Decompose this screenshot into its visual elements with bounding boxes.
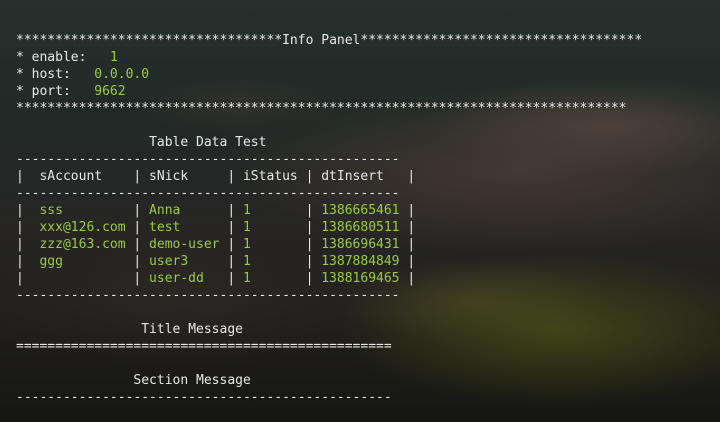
section-message-text: Section Message [133, 373, 251, 388]
table-row: | sss | Anna | 1 | 1386665461 | [16, 203, 416, 218]
cell-snick: demo-user [149, 237, 220, 252]
info-row-port: * port: 9662 [16, 84, 126, 99]
column-header-snick: sNick [149, 169, 189, 184]
cell-snick: test [149, 220, 181, 235]
cell-istatus: 1 [242, 220, 251, 235]
enable-value: 1 [109, 50, 118, 65]
host-label: host: [31, 67, 71, 82]
cell-snick: Anna [149, 203, 181, 218]
info-row-enable: * enable: 1 [16, 50, 118, 65]
table-border-top: ----------------------------------------… [16, 152, 400, 167]
cell-istatus: 1 [242, 203, 251, 218]
table-header-row: | sAccount | sNick | iStatus | dtInsert | [16, 169, 416, 184]
table-border-bottom: ----------------------------------------… [16, 288, 400, 303]
column-header-istatus: iStatus [242, 169, 298, 184]
column-header-saccount: sAccount [39, 169, 103, 184]
port-value: 9662 [94, 84, 126, 99]
title-message-text: Title Message [141, 322, 243, 337]
cell-saccount: sss [39, 203, 63, 218]
info-panel-footer: ****************************************… [16, 101, 627, 116]
host-value: 0.0.0.0 [94, 67, 150, 82]
cell-dtinsert: 1388169465 [321, 271, 400, 286]
title-message: Title Message [16, 321, 243, 338]
cell-saccount: xxx@126.com [39, 220, 126, 235]
cell-istatus: 1 [242, 254, 251, 269]
cell-istatus: 1 [242, 271, 251, 286]
cell-istatus: 1 [242, 237, 251, 252]
table-row: | ggg | user3 | 1 | 1387884849 | [16, 254, 416, 269]
column-header-dtinsert: dtInsert [321, 169, 384, 184]
section-message-underline: ----------------------------------------… [16, 390, 392, 405]
cell-dtinsert: 1387884849 [321, 254, 400, 269]
info-row-host: * host: 0.0.0.0 [16, 67, 150, 82]
table-title-text: Table Data Test [149, 135, 267, 150]
table-row: | zzz@163.com | demo-user | 1 | 1386696431 | [16, 237, 416, 252]
cell-dtinsert: 1386665461 [321, 203, 400, 218]
title-message-underline: ========================================… [16, 339, 392, 354]
table-title: Table Data Test [16, 134, 266, 151]
cell-saccount: zzz@163.com [39, 237, 126, 252]
cell-snick: user3 [149, 254, 189, 269]
cell-snick: user-dd [149, 271, 204, 286]
section-message: Section Message [16, 372, 251, 389]
cell-saccount: ggg [39, 254, 63, 269]
cell-dtinsert: 1386680511 [321, 220, 400, 235]
table-header-separator: ----------------------------------------… [16, 186, 400, 201]
info-panel-header: **********************************Info P… [16, 33, 643, 48]
port-label: port: [31, 84, 71, 99]
enable-label: enable: [31, 50, 87, 65]
cell-dtinsert: 1386696431 [321, 237, 400, 252]
table-row: | | user-dd | 1 | 1388169465 | [16, 271, 416, 286]
table-row: | xxx@126.com | test | 1 | 1386680511 | [16, 220, 416, 235]
info-panel-title: Info Panel [282, 33, 361, 48]
